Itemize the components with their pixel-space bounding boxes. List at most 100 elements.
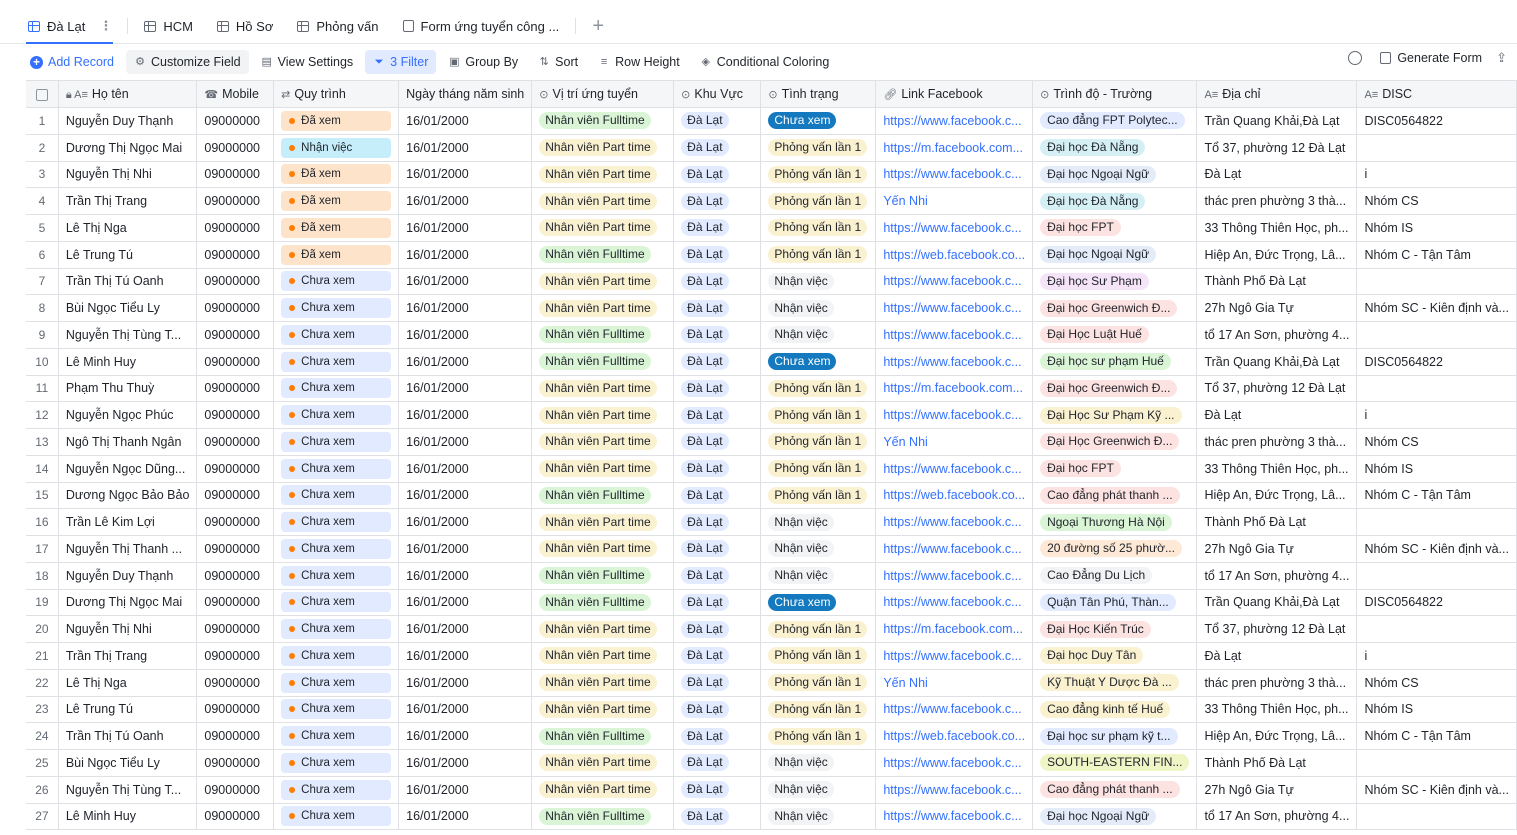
cell-ngay-sinh[interactable]: 16/01/2000 (398, 749, 533, 777)
cell-dia-chi[interactable]: thác pren phường 3 thà... (1196, 428, 1358, 456)
cell-quy-trinh[interactable]: Chưa xem (273, 508, 400, 536)
facebook-link[interactable]: https://www.facebook.c... (883, 114, 1021, 128)
cell-dia-chi[interactable]: tổ 17 An Sơn, phường 4... (1196, 562, 1358, 590)
cell-trinh-do[interactable]: Đại học sư phạm Huế (1032, 348, 1198, 376)
cell-ngay-sinh[interactable]: 16/01/2000 (398, 241, 533, 269)
cell-khu-vuc[interactable]: Đà Lạt (673, 348, 762, 376)
sort-button[interactable]: ⇅ Sort (530, 50, 586, 74)
cell-tinh-trang[interactable]: Phỏng vấn lần 1 (760, 696, 877, 724)
cell-dia-chi[interactable]: 27h Ngô Gia Tự (1196, 535, 1358, 563)
tab-form-ung-tuyen[interactable]: Form ứng tuyển công ... (391, 9, 572, 43)
share-icon[interactable]: ⇪ (1496, 50, 1507, 66)
table-row[interactable]: 22 Lê Thị Nga 09000000 Chưa xem 16/01/2000 Nh… (26, 669, 1517, 697)
table-row[interactable]: 27 Lê Minh Huy 09000000 Chưa xem 16/01/2000 N… (26, 803, 1517, 831)
table-row[interactable]: 17 Nguyễn Thị Thanh ... 09000000 Chưa xem 16… (26, 535, 1517, 563)
table-row[interactable]: 5 Lê Thị Nga 09000000 Đã xem 16/01/2000 Nhân … (26, 214, 1517, 242)
cell-disc[interactable] (1356, 321, 1517, 349)
cell-vi-tri[interactable]: Nhân viên Part time (531, 776, 675, 804)
column-header-ho-ten[interactable]: 🔒︎ A≡ Họ tên (58, 80, 198, 108)
cell-quy-trinh[interactable]: Chưa xem (273, 535, 400, 563)
row-number[interactable]: 4 (26, 187, 59, 215)
cell-ngay-sinh[interactable]: 16/01/2000 (398, 508, 533, 536)
cell-disc[interactable]: Nhóm C - Tận Tâm (1356, 241, 1517, 269)
cell-ngay-sinh[interactable]: 16/01/2000 (398, 268, 533, 296)
cell-trinh-do[interactable]: Cao Đẳng Du Lịch (1032, 562, 1198, 590)
cell-ngay-sinh[interactable]: 16/01/2000 (398, 722, 533, 750)
cell-khu-vuc[interactable]: Đà Lạt (673, 134, 762, 162)
cell-ho-ten[interactable]: Nguyễn Thị Tùng T... (58, 321, 198, 349)
cell-disc[interactable]: Nhóm IS (1356, 214, 1517, 242)
row-number[interactable]: 13 (26, 428, 59, 456)
cell-ngay-sinh[interactable]: 16/01/2000 (398, 294, 533, 322)
row-number[interactable]: 15 (26, 482, 59, 510)
table-row[interactable]: 25 Bùi Ngọc Tiểu Ly 09000000 Chưa xem 16/01/… (26, 749, 1517, 777)
cell-ngay-sinh[interactable]: 16/01/2000 (398, 482, 533, 510)
cell-tinh-trang[interactable]: Nhận việc (760, 508, 877, 536)
cell-quy-trinh[interactable]: Chưa xem (273, 615, 400, 643)
table-row[interactable]: 20 Nguyễn Thị Nhi 09000000 Chưa xem 16/01/20… (26, 615, 1517, 643)
cell-disc[interactable] (1356, 749, 1517, 777)
cell-ngay-sinh[interactable]: 16/01/2000 (398, 348, 533, 376)
cell-trinh-do[interactable]: Đại học Duy Tân (1032, 642, 1198, 670)
cell-link-facebook[interactable]: https://www.facebook.c... (875, 268, 1034, 296)
row-number[interactable]: 3 (26, 161, 59, 189)
cell-tinh-trang[interactable]: Nhận việc (760, 268, 877, 296)
cell-khu-vuc[interactable]: Đà Lạt (673, 589, 762, 617)
cell-tinh-trang[interactable]: Phỏng vấn lần 1 (760, 241, 877, 269)
cell-ho-ten[interactable]: Trần Thị Trang (58, 187, 198, 215)
cell-tinh-trang[interactable]: Nhận việc (760, 562, 877, 590)
facebook-link[interactable]: https://web.facebook.co... (883, 488, 1025, 502)
facebook-link[interactable]: https://www.facebook.c... (883, 167, 1021, 181)
cell-tinh-trang[interactable]: Nhận việc (760, 294, 877, 322)
row-number[interactable]: 18 (26, 562, 59, 590)
cell-trinh-do[interactable]: Đại học Ngoại Ngữ (1032, 241, 1198, 269)
cell-quy-trinh[interactable]: Chưa xem (273, 803, 400, 831)
cell-dia-chi[interactable]: Thành Phố Đà Lạt (1196, 268, 1358, 296)
table-row[interactable]: 12 Nguyễn Ngọc Phúc 09000000 Chưa xem 16/01/… (26, 401, 1517, 429)
column-header-tinh-trang[interactable]: ⊙ Tình trạng (760, 80, 877, 108)
cell-link-facebook[interactable]: https://www.facebook.c... (875, 696, 1034, 724)
cell-khu-vuc[interactable]: Đà Lạt (673, 642, 762, 670)
cell-vi-tri[interactable]: Nhân viên Fulltime (531, 482, 675, 510)
cell-link-facebook[interactable]: Yến Nhi (875, 428, 1034, 456)
cell-link-facebook[interactable]: https://web.facebook.co... (875, 241, 1034, 269)
facebook-link[interactable]: https://www.facebook.c... (883, 649, 1021, 663)
add-record-button[interactable]: + Add Record (22, 50, 122, 74)
table-row[interactable]: 6 Lê Trung Tú 09000000 Đã xem 16/01/2000 Nhân… (26, 241, 1517, 269)
row-number[interactable]: 24 (26, 722, 59, 750)
row-number[interactable]: 14 (26, 455, 59, 483)
cell-link-facebook[interactable]: https://www.facebook.c... (875, 535, 1034, 563)
cell-ngay-sinh[interactable]: 16/01/2000 (398, 214, 533, 242)
cell-quy-trinh[interactable]: Chưa xem (273, 562, 400, 590)
cell-ngay-sinh[interactable]: 16/01/2000 (398, 615, 533, 643)
cell-quy-trinh[interactable]: Đã xem (273, 187, 400, 215)
cell-trinh-do[interactable]: Đại học Ngoại Ngữ (1032, 161, 1198, 189)
cell-link-facebook[interactable]: https://www.facebook.c... (875, 214, 1034, 242)
cell-khu-vuc[interactable]: Đà Lạt (673, 455, 762, 483)
cell-trinh-do[interactable]: Đại học Đà Nẵng (1032, 187, 1198, 215)
cell-mobile[interactable]: 09000000 (196, 482, 275, 510)
cell-dia-chi[interactable]: 33 Thông Thiên Học, ph... (1196, 455, 1358, 483)
cell-ngay-sinh[interactable]: 16/01/2000 (398, 696, 533, 724)
view-settings-button[interactable]: ▤ View Settings (253, 50, 362, 74)
cell-vi-tri[interactable]: Nhân viên Part time (531, 134, 675, 162)
table-row[interactable]: 4 Trần Thị Trang 09000000 Đã xem 16/01/2000 N… (26, 187, 1517, 215)
cell-quy-trinh[interactable]: Chưa xem (273, 294, 400, 322)
column-header-ngay-sinh[interactable]: Ngày tháng năm sinh (398, 80, 533, 108)
cell-quy-trinh[interactable]: Chưa xem (273, 321, 400, 349)
cell-vi-tri[interactable]: Nhân viên Part time (531, 428, 675, 456)
table-row[interactable]: 14 Nguyễn Ngọc Dũng... 09000000 Chưa xem 16/… (26, 455, 1517, 483)
cell-khu-vuc[interactable]: Đà Lạt (673, 321, 762, 349)
cell-link-facebook[interactable]: https://www.facebook.c... (875, 455, 1034, 483)
cell-mobile[interactable]: 09000000 (196, 776, 275, 804)
cell-link-facebook[interactable]: https://www.facebook.c... (875, 562, 1034, 590)
cell-vi-tri[interactable]: Nhân viên Part time (531, 294, 675, 322)
cell-disc[interactable]: Nhóm SC - Kiên định và... (1356, 776, 1517, 804)
cell-disc[interactable]: Nhóm C - Tận Tâm (1356, 482, 1517, 510)
cell-khu-vuc[interactable]: Đà Lạt (673, 535, 762, 563)
cell-khu-vuc[interactable]: Đà Lạt (673, 161, 762, 189)
row-number[interactable]: 6 (26, 241, 59, 269)
cell-tinh-trang[interactable]: Phỏng vấn lần 1 (760, 642, 877, 670)
cell-dia-chi[interactable]: Tổ 37, phường 12 Đà Lạt (1196, 375, 1358, 403)
cell-disc[interactable]: DISC0564822 (1356, 348, 1517, 376)
